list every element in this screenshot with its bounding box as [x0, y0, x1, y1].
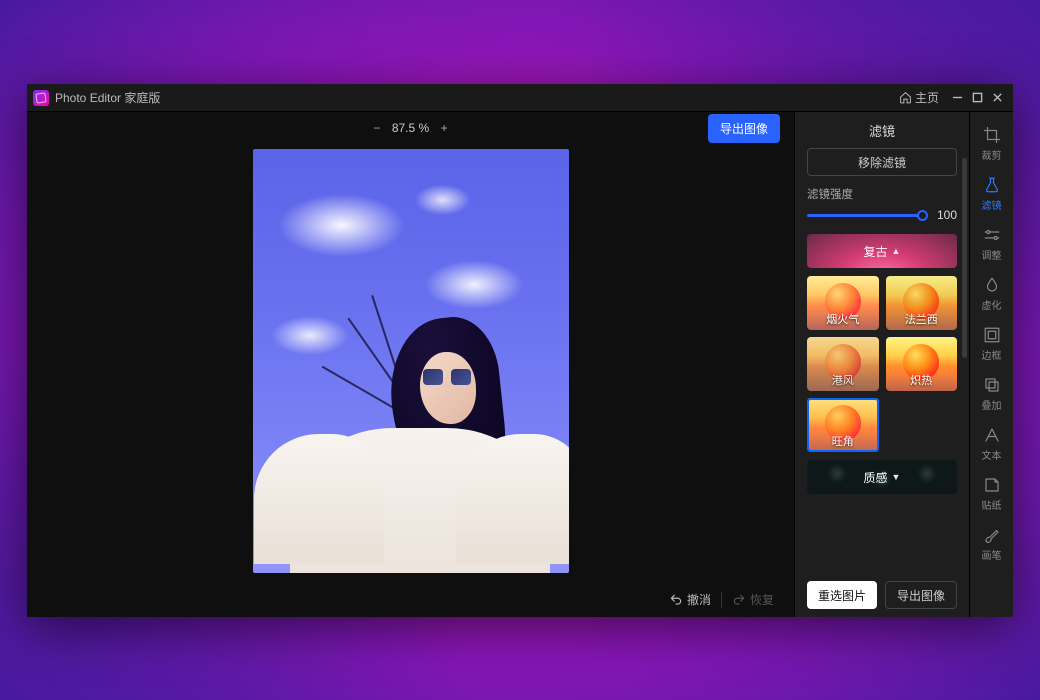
close-button[interactable] [987, 88, 1007, 108]
sliders-icon [983, 226, 1001, 244]
app-logo-icon [33, 90, 49, 106]
drop-icon [983, 276, 1001, 294]
intensity-value: 100 [931, 208, 957, 222]
filter-thumb-chire[interactable]: 炽热 [886, 337, 958, 391]
export-image-button[interactable]: 导出图像 [708, 114, 780, 143]
home-icon [899, 91, 912, 104]
minimize-button[interactable] [947, 88, 967, 108]
filter-thumb-yanhuoqi[interactable]: 烟火气 [807, 276, 879, 330]
home-button[interactable]: 主页 [899, 89, 939, 106]
filter-thumb-gangfeng[interactable]: 港风 [807, 337, 879, 391]
undo-icon [669, 593, 683, 607]
brush-icon [983, 526, 1001, 544]
undo-button[interactable]: 撤消 [663, 587, 717, 612]
zoom-out-button[interactable]: − [370, 121, 384, 135]
tool-text[interactable]: 文本 [970, 420, 1014, 468]
redo-button: 恢复 [726, 587, 780, 612]
panel-scrollbar[interactable] [962, 158, 967, 523]
crop-icon [983, 126, 1001, 144]
filter-category-retro[interactable]: 复古▲ [807, 234, 957, 268]
flask-icon [983, 176, 1001, 194]
intensity-label: 滤镜强度 [807, 186, 957, 202]
edited-photo [253, 149, 569, 573]
maximize-button[interactable] [967, 88, 987, 108]
redo-icon [732, 593, 746, 607]
tool-overlay[interactable]: 叠加 [970, 370, 1014, 418]
app-title: Photo Editor 家庭版 [55, 89, 160, 106]
zoom-controls: − 87.5 % + [370, 121, 451, 135]
export-image-button-panel[interactable]: 导出图像 [885, 581, 957, 609]
tool-crop[interactable]: 裁剪 [970, 120, 1014, 168]
filter-thumb-falanxi[interactable]: 法兰西 [886, 276, 958, 330]
panel-title: 滤镜 [795, 112, 969, 148]
layers-icon [983, 376, 1001, 394]
canvas-area: − 87.5 % + 导出图像 撤消 [27, 112, 794, 617]
filter-thumb-wangjiao[interactable]: 旺角 [807, 398, 879, 452]
tool-strip: 裁剪 滤镜 调整 虚化 边框 叠加 [969, 112, 1013, 617]
tool-brush[interactable]: 画笔 [970, 520, 1014, 568]
tool-blur[interactable]: 虚化 [970, 270, 1014, 318]
canvas-viewport[interactable] [27, 145, 794, 583]
tool-frame[interactable]: 边框 [970, 320, 1014, 368]
chevron-up-icon: ▲ [892, 246, 901, 256]
filter-category-texture[interactable]: 质感▼ [807, 460, 957, 494]
intensity-slider[interactable] [807, 210, 923, 220]
remove-filter-button[interactable]: 移除滤镜 [807, 148, 957, 176]
chevron-down-icon: ▼ [892, 472, 901, 482]
app-window: Photo Editor 家庭版 主页 − 87.5 % + 导出图像 [27, 84, 1013, 617]
tool-sticker[interactable]: 贴纸 [970, 470, 1014, 518]
titlebar: Photo Editor 家庭版 主页 [27, 84, 1013, 112]
sticker-icon [983, 476, 1001, 494]
zoom-in-button[interactable]: + [437, 121, 451, 135]
reselect-image-button[interactable]: 重选图片 [807, 581, 877, 609]
frame-icon [983, 326, 1001, 344]
home-label: 主页 [915, 89, 939, 106]
separator [721, 592, 722, 608]
zoom-level: 87.5 % [392, 121, 429, 135]
tool-adjust[interactable]: 调整 [970, 220, 1014, 268]
tool-filter[interactable]: 滤镜 [970, 170, 1014, 218]
text-icon [983, 426, 1001, 444]
sidebar-panel: 滤镜 移除滤镜 滤镜强度 100 复古▲ 烟火气 法兰西 港风 炽热 [794, 112, 969, 617]
